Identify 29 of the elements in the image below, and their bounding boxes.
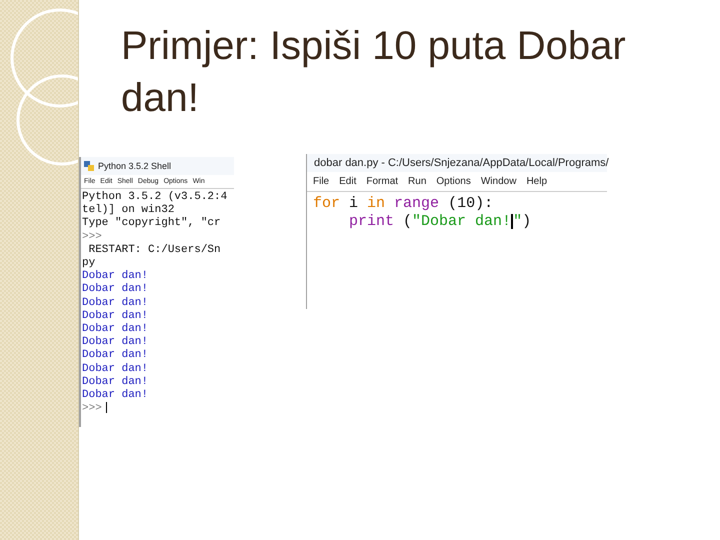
shell-line: tel)] on win32 [82, 204, 174, 217]
shell-line: Dobar dan! [82, 389, 148, 402]
shell-line: Dobar dan! [82, 376, 148, 389]
shell-line: Dobar dan! [82, 336, 148, 349]
shell-line: Dobar dan! [82, 283, 148, 297]
menu-item[interactable]: Window [480, 176, 516, 187]
menu-item[interactable]: Edit [339, 176, 356, 187]
shell-line: Dobar dan! [82, 270, 148, 283]
shell-line: >>> [82, 402, 107, 416]
slide-title: Primjer: Ispiši 10 puta Dobar dan! [121, 23, 627, 122]
code-line: for i in range (10): [313, 195, 494, 213]
shell-line: RESTART: C:/Users/Sn [88, 244, 221, 258]
code-line: print ("Dobar dan!") [348, 213, 532, 231]
shell-line: Python 3.5.2 (v3.5.2:4 [82, 191, 228, 204]
shell-line: Dobar dan! [82, 362, 148, 376]
menu-item[interactable]: File [313, 176, 330, 187]
menu-item[interactable]: Format [366, 176, 398, 187]
shell-line: Type "copyright", "cr [82, 217, 221, 231]
window-title: dobar dan.py - C:/Users/Snjezana/AppData/Local/Programs/ [314, 157, 609, 169]
menu-item[interactable]: Options [436, 176, 471, 187]
shell-line: Dobar dan! [82, 310, 148, 323]
shell-line: >>> [82, 230, 102, 244]
window-title: Python 3.5.2 Shell [98, 161, 172, 171]
shell-line: Dobar dan! [82, 349, 148, 363]
shell-line: Dobar dan! [82, 323, 148, 336]
shell-line: Dobar dan! [82, 296, 148, 310]
menu-item[interactable]: Run [408, 176, 426, 187]
menu-item[interactable]: Help [526, 176, 548, 187]
shell-line: py [82, 257, 96, 270]
